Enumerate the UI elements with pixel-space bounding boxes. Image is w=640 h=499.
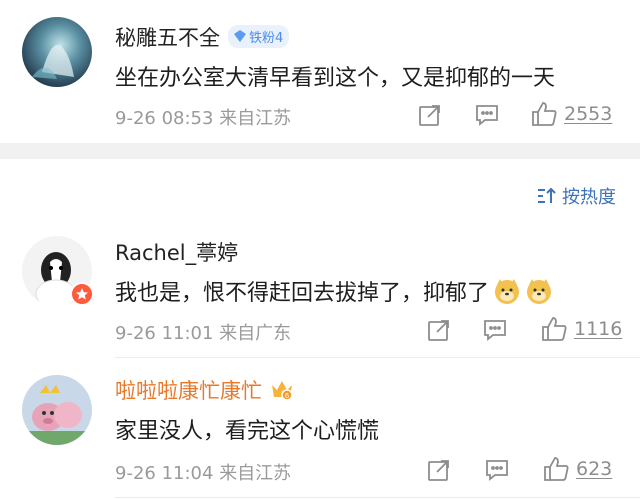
- like-button[interactable]: 2553: [530, 100, 612, 128]
- share-icon: [428, 460, 449, 481]
- like-icon: [532, 102, 557, 126]
- verified-icon: [70, 282, 94, 306]
- username[interactable]: 秘雕五不全 铁粉4: [115, 22, 290, 52]
- comment-separator: [115, 497, 640, 498]
- comment-meta: 9-26 11:01 来自广东: [115, 323, 292, 344]
- comment-icon: [484, 320, 506, 341]
- doge-emoji: [495, 279, 520, 304]
- comment-meta: 9-26 11:04 来自江苏: [115, 463, 292, 484]
- share-button[interactable]: [418, 103, 442, 127]
- share-button[interactable]: [427, 318, 451, 342]
- like-icon: [542, 317, 567, 341]
- like-count[interactable]: 623: [576, 458, 612, 480]
- comment-text: 坐在办公室大清早看到这个，又是抑郁的一天: [115, 66, 556, 91]
- username-text[interactable]: 啦啦啦康忙康忙: [115, 379, 262, 403]
- username[interactable]: Rachel_葶婷: [115, 237, 238, 267]
- like-button[interactable]: 623: [542, 455, 612, 483]
- avatar[interactable]: [22, 375, 92, 445]
- share-button[interactable]: [427, 458, 451, 482]
- like-button[interactable]: 1116: [540, 315, 622, 343]
- fan-badge-label: 铁粉4: [249, 30, 284, 46]
- like-count[interactable]: 2553: [564, 103, 612, 125]
- fan-badge-icon: [234, 30, 246, 42]
- comment-button[interactable]: [475, 103, 499, 127]
- comment-icon: [476, 105, 498, 126]
- like-icon: [544, 457, 569, 481]
- avatar[interactable]: [22, 17, 92, 87]
- username[interactable]: 啦啦啦康忙康忙 6: [115, 375, 294, 405]
- comment-separator: [115, 357, 640, 358]
- comment-text-body: 我也是，恨不得赶回去拔掉了，抑郁了: [115, 281, 490, 306]
- comment-button[interactable]: [485, 458, 509, 482]
- comment-icon: [486, 460, 508, 481]
- username-text[interactable]: 秘雕五不全: [115, 26, 220, 50]
- comment-text: 我也是，恨不得赶回去拔掉了，抑郁了: [115, 275, 553, 307]
- svg-text:6: 6: [285, 392, 290, 400]
- share-icon: [419, 105, 440, 126]
- share-icon: [428, 320, 449, 341]
- sort-icon: [538, 187, 556, 203]
- section-divider: [0, 143, 640, 159]
- fan-badge[interactable]: 铁粉4: [228, 24, 290, 48]
- comment-meta: 9-26 08:53 来自江苏: [115, 108, 292, 129]
- sort-label[interactable]: 按热度: [562, 183, 616, 209]
- comment-text: 家里没人，看完这个心慌慌: [115, 419, 380, 444]
- sort-toggle[interactable]: 按热度: [536, 183, 616, 209]
- like-count[interactable]: 1116: [574, 318, 622, 340]
- vip-crown-icon[interactable]: 6: [270, 377, 294, 401]
- comment-button[interactable]: [483, 318, 507, 342]
- doge-emoji: [527, 279, 552, 304]
